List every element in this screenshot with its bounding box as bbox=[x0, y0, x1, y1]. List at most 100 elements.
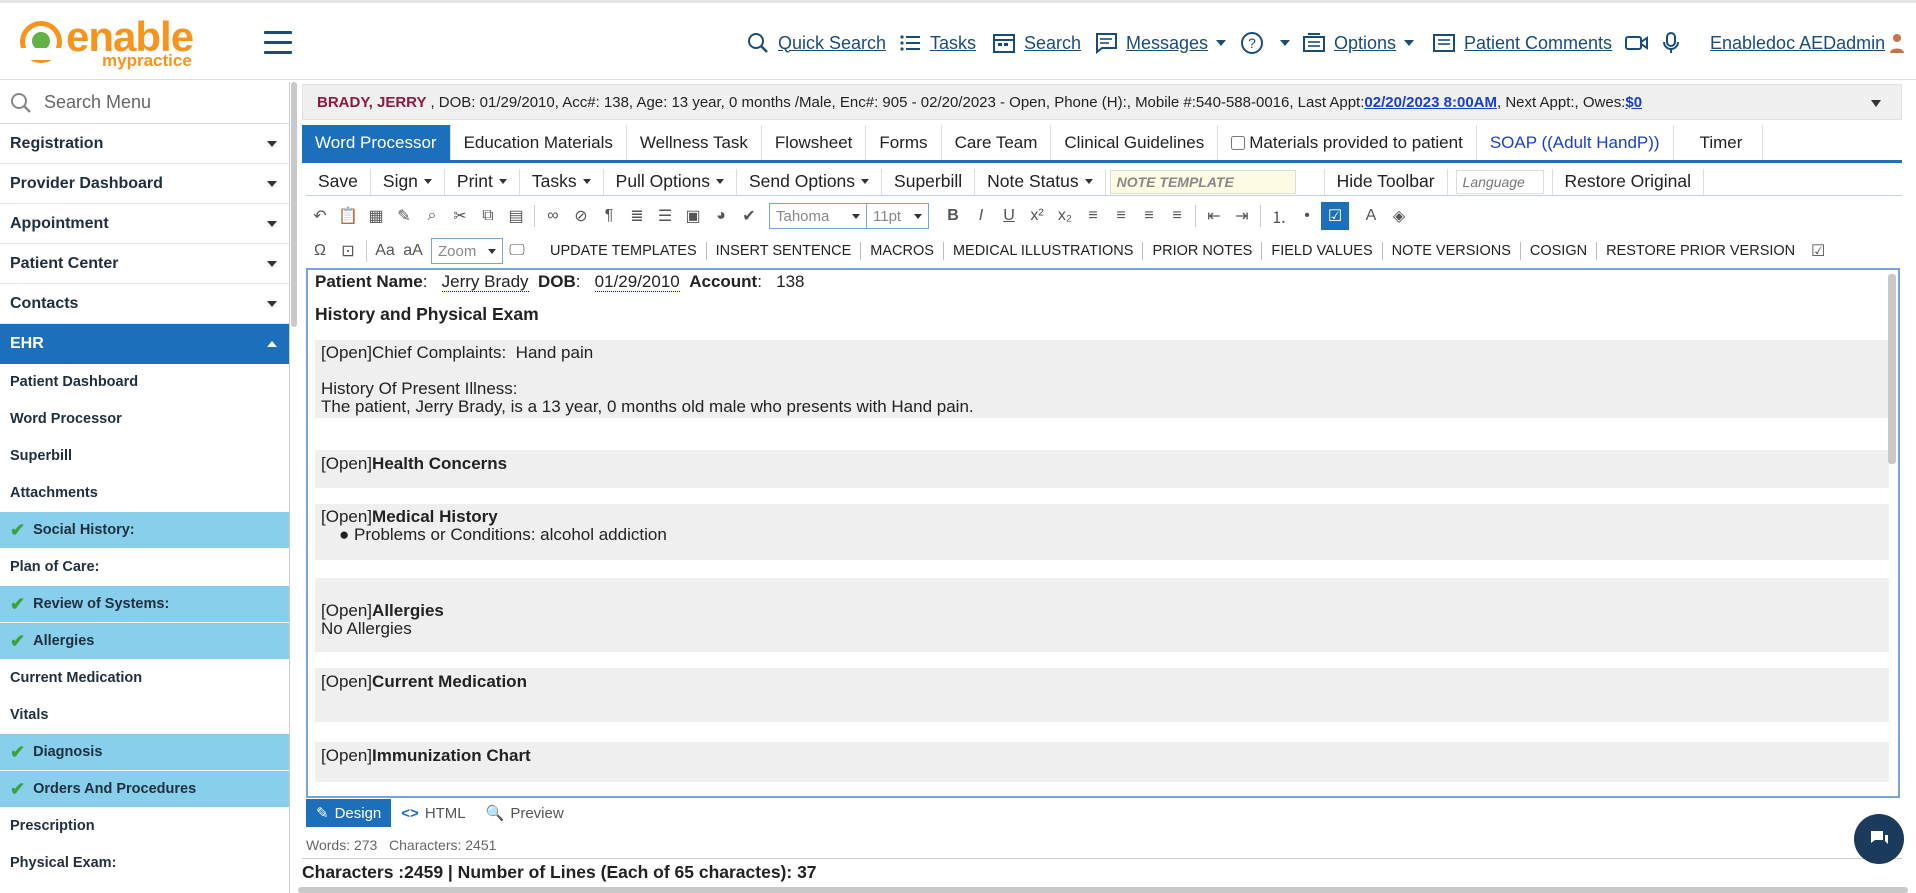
copy-icon[interactable]: ⧉ bbox=[474, 202, 502, 230]
find-icon[interactable]: ⌕ bbox=[418, 202, 446, 230]
insert-image-icon[interactable]: ⊡ bbox=[334, 237, 362, 265]
tab-education-materials[interactable]: Education Materials bbox=[450, 125, 627, 160]
options-menu[interactable]: Options bbox=[1302, 27, 1415, 59]
tab-word-processor[interactable]: Word Processor bbox=[302, 125, 451, 160]
checkbox-icon[interactable]: ☑ bbox=[1804, 237, 1832, 265]
patient-comments-link[interactable]: Patient Comments bbox=[1432, 27, 1612, 59]
search-link[interactable]: Search bbox=[992, 27, 1081, 59]
sidebar-item[interactable]: Plan of Care: bbox=[0, 549, 289, 586]
superscript-icon[interactable]: x² bbox=[1023, 202, 1051, 230]
sidebar-item[interactable]: Superbill bbox=[0, 438, 289, 475]
sidebar-item[interactable]: ✔ Orders And Procedures bbox=[0, 771, 289, 808]
tab-forms[interactable]: Forms bbox=[866, 125, 942, 160]
app-logo[interactable]: enable mypractice bbox=[20, 13, 194, 70]
note-status-menu[interactable]: Note Status bbox=[975, 168, 1106, 195]
tab-care-team[interactable]: Care Team bbox=[941, 125, 1052, 160]
sidebar-item[interactable]: ✔ Allergies bbox=[0, 623, 289, 660]
sidebar-section-provider-dashboard[interactable]: Provider Dashboard bbox=[0, 164, 289, 204]
sidebar-section-appointment[interactable]: Appointment bbox=[0, 204, 289, 244]
unlink-icon[interactable]: ⊘ bbox=[567, 202, 595, 230]
print-menu[interactable]: Print bbox=[445, 168, 520, 195]
undo-icon[interactable]: ↶ bbox=[306, 202, 334, 230]
preview-mode-tab[interactable]: 🔍 Preview bbox=[476, 799, 574, 827]
restore-prior-version-button[interactable]: RESTORE PRIOR VERSION bbox=[1597, 242, 1804, 260]
pie-icon[interactable]: ◕ bbox=[707, 202, 735, 230]
link-icon[interactable]: ∞ bbox=[539, 202, 567, 230]
video-call-button[interactable] bbox=[1624, 27, 1658, 59]
sidebar-item[interactable]: Vitals bbox=[0, 697, 289, 734]
sidebar-item[interactable]: ✔ Diagnosis bbox=[0, 734, 289, 771]
numbered-list-icon[interactable]: ⒈ bbox=[1265, 202, 1293, 230]
sign-menu[interactable]: Sign bbox=[371, 168, 445, 195]
monitor-icon[interactable]: 🖵 bbox=[503, 237, 531, 265]
sidebar-item[interactable]: Physical Exam: bbox=[0, 845, 289, 882]
sidebar-item[interactable]: Word Processor bbox=[0, 401, 289, 438]
font-color-icon[interactable]: A bbox=[1357, 202, 1385, 230]
last-appt-link[interactable]: 02/20/2023 8:00AM bbox=[1364, 94, 1497, 111]
sidebar-section-registration[interactable]: Registration bbox=[0, 124, 289, 164]
italic-icon[interactable]: I bbox=[967, 202, 995, 230]
section-allergies[interactable]: [Open]Allergies No Allergies bbox=[315, 594, 1889, 652]
document-icon[interactable]: ▣ bbox=[679, 202, 707, 230]
cosign-button[interactable]: COSIGN bbox=[1521, 242, 1598, 260]
field-values-button[interactable]: FIELD VALUES bbox=[1262, 242, 1383, 260]
bold-icon[interactable]: B bbox=[939, 202, 967, 230]
tab-timer[interactable]: Timer bbox=[1673, 125, 1764, 160]
section-current-medication[interactable]: [Open]Current Medication bbox=[315, 668, 1889, 722]
editor-scrollbar[interactable] bbox=[1888, 274, 1896, 464]
help-menu[interactable]: ? bbox=[1240, 27, 1290, 59]
underline-icon[interactable]: U bbox=[995, 202, 1023, 230]
macros-button[interactable]: MACROS bbox=[861, 242, 944, 260]
section-chief-complaints[interactable]: [Open]Chief Complaints: Hand pain Histor… bbox=[315, 340, 1889, 418]
owes-link[interactable]: $0 bbox=[1625, 94, 1642, 111]
paste-text-icon[interactable]: ▤ bbox=[502, 202, 530, 230]
sidebar-item[interactable]: Prescription bbox=[0, 808, 289, 845]
horizontal-scrollbar[interactable] bbox=[298, 887, 1908, 893]
table-icon[interactable]: ▦ bbox=[362, 202, 390, 230]
bulleted-list-icon[interactable]: • bbox=[1293, 202, 1321, 230]
paste-icon[interactable]: 📋 bbox=[334, 202, 362, 230]
medical-illustrations-button[interactable]: MEDICAL ILLUSTRATIONS bbox=[944, 242, 1144, 260]
sidebar-item[interactable]: Current Medication bbox=[0, 660, 289, 697]
sidebar-section-ehr[interactable]: EHR bbox=[0, 324, 289, 364]
tab-wellness-task[interactable]: Wellness Task bbox=[626, 125, 762, 160]
sidebar-item[interactable]: ✔ Review of Systems: bbox=[0, 586, 289, 623]
sidebar-section-contacts[interactable]: Contacts bbox=[0, 284, 289, 324]
pull-options-menu[interactable]: Pull Options bbox=[604, 168, 737, 195]
sidebar-search[interactable]: Search Menu bbox=[0, 82, 289, 124]
cut-icon[interactable]: ✂ bbox=[446, 202, 474, 230]
send-options-menu[interactable]: Send Options bbox=[737, 168, 883, 195]
tab-flowsheet[interactable]: Flowsheet bbox=[761, 125, 867, 160]
microphone-button[interactable] bbox=[1662, 27, 1688, 59]
align-justify-icon[interactable]: ≡ bbox=[1163, 202, 1191, 230]
html-mode-tab[interactable]: <> HTML bbox=[391, 799, 475, 827]
zoom-select[interactable]: Zoom bbox=[431, 238, 503, 264]
sidebar-item[interactable]: Attachments bbox=[0, 475, 289, 512]
superbill-button[interactable]: Superbill bbox=[882, 168, 976, 195]
sidebar-item[interactable]: Patient Dashboard bbox=[0, 364, 289, 401]
prior-notes-button[interactable]: PRIOR NOTES bbox=[1143, 242, 1263, 260]
banner-expand-icon[interactable] bbox=[1871, 100, 1881, 107]
outdent-icon[interactable]: ⇤ bbox=[1200, 202, 1228, 230]
sidebar-scrollbar[interactable] bbox=[291, 82, 297, 327]
insert-sentence-button[interactable]: INSERT SENTENCE bbox=[707, 242, 862, 260]
materials-checkbox[interactable] bbox=[1231, 135, 1246, 150]
messages-menu[interactable]: Messages bbox=[1094, 27, 1227, 59]
note-versions-button[interactable]: NOTE VERSIONS bbox=[1383, 242, 1521, 260]
spellcheck-icon[interactable]: ✔ bbox=[735, 202, 763, 230]
format-painter-icon[interactable]: ✎ bbox=[390, 202, 418, 230]
change-case-icon[interactable]: Aa bbox=[371, 237, 399, 265]
tasks-menu[interactable]: Tasks bbox=[520, 168, 604, 195]
note-template-select[interactable]: NOTE TEMPLATE bbox=[1109, 169, 1296, 194]
hide-toolbar-button[interactable]: Hide Toolbar bbox=[1323, 168, 1448, 195]
hamburger-menu-icon[interactable] bbox=[264, 31, 292, 55]
align-right-icon[interactable]: ≡ bbox=[1135, 202, 1163, 230]
language-select[interactable]: Language bbox=[1455, 169, 1544, 194]
quick-search-link[interactable]: Quick Search bbox=[746, 27, 886, 59]
subscript-icon[interactable]: x₂ bbox=[1051, 202, 1079, 230]
highlight-color-icon[interactable]: ◈ bbox=[1385, 202, 1413, 230]
save-button[interactable]: Save bbox=[306, 168, 371, 195]
tasks-link[interactable]: Tasks bbox=[900, 27, 976, 59]
sidebar-section-patient-center[interactable]: Patient Center bbox=[0, 244, 289, 284]
section-health-concerns[interactable]: [Open]Health Concerns bbox=[315, 450, 1889, 488]
